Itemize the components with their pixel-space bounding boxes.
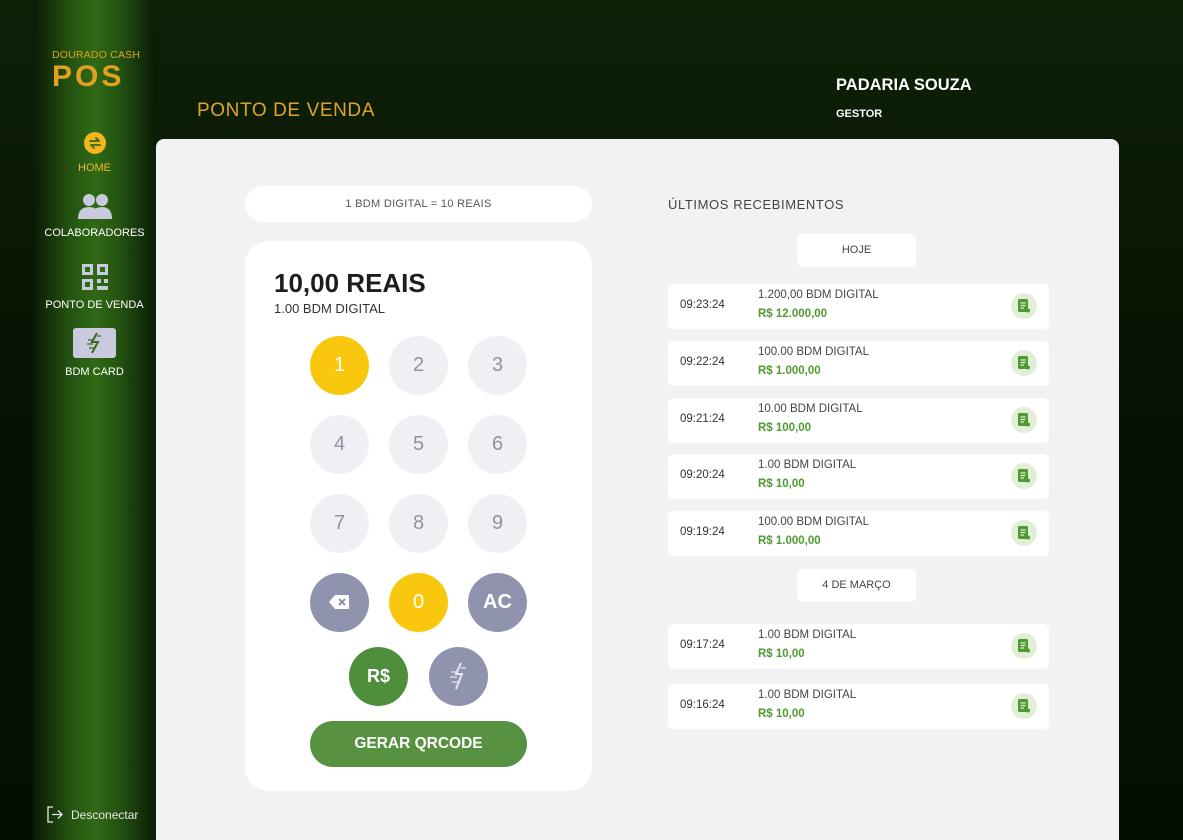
key-8[interactable]: 8 xyxy=(389,494,448,553)
amount-display: 10,00 REAIS xyxy=(274,268,426,298)
key-5[interactable]: 5 xyxy=(389,415,448,474)
receipt-bdm: 1.200,00 BDM DIGITAL xyxy=(758,289,879,301)
receipt-icon[interactable] xyxy=(1011,407,1037,433)
currency-reais-button[interactable]: R$ xyxy=(349,647,408,706)
receipt-bdm: 100.00 BDM DIGITAL xyxy=(758,516,869,528)
receipt-reais: R$ 10,00 xyxy=(758,648,805,660)
logout-icon xyxy=(47,806,63,823)
receipt-row: 09:17:24 1.00 BDM DIGITAL R$ 10,00 xyxy=(668,624,1049,669)
exchange-icon xyxy=(83,132,106,154)
receipt-reais: R$ 12.000,00 xyxy=(758,308,828,320)
receipt-reais: R$ 10,00 xyxy=(758,478,805,490)
logo-name: POS xyxy=(52,60,125,93)
sidebar: DOURADO CASH POS HOME COLABORADORES PONT… xyxy=(33,0,156,840)
receipt-icon[interactable] xyxy=(1011,633,1037,659)
receipt-time: 09:20:24 xyxy=(680,469,725,481)
receipt-icon[interactable] xyxy=(1011,693,1037,719)
main-panel: 1 BDM DIGITAL = 10 REAIS 10,00 REAIS 1.0… xyxy=(156,139,1119,840)
receipt-time: 09:21:24 xyxy=(680,413,725,425)
store-name: PADARIA SOUZA xyxy=(836,76,972,94)
nav-colaboradores-label: COLABORADORES xyxy=(44,227,145,239)
key-7[interactable]: 7 xyxy=(310,494,369,553)
receipt-time: 09:23:24 xyxy=(680,299,725,311)
logout-label: Desconectar xyxy=(71,807,139,822)
receipt-time: 09:22:24 xyxy=(680,356,725,368)
day-label-hoje: HOJE xyxy=(797,234,916,267)
logout-button[interactable]: Desconectar xyxy=(46,806,138,823)
key-0[interactable]: 0 xyxy=(389,573,448,632)
key-3[interactable]: 3 xyxy=(468,336,527,395)
bdm-icon xyxy=(450,662,466,690)
store-role: GESTOR xyxy=(836,108,883,120)
receipt-row: 09:21:24 10.00 BDM DIGITAL R$ 100,00 xyxy=(668,398,1049,443)
clear-button[interactable]: AC xyxy=(468,573,527,632)
receipt-row: 09:20:24 1.00 BDM DIGITAL R$ 10,00 xyxy=(668,454,1049,499)
nav-item-bdm-card[interactable]: BDM CARD xyxy=(33,328,156,378)
generate-qrcode-button[interactable]: GERAR QRCODE xyxy=(310,721,527,767)
receipt-icon[interactable] xyxy=(1011,350,1037,376)
receipt-bdm: 10.00 BDM DIGITAL xyxy=(758,403,863,415)
page-title: PONTO DE VENDA xyxy=(197,100,376,121)
nav-pdv-label: PONTO DE VENDA xyxy=(45,299,144,311)
users-icon xyxy=(77,194,112,219)
nav-item-ponto-de-venda[interactable]: PONTO DE VENDA xyxy=(33,263,156,311)
receipt-row: 09:16:24 1.00 BDM DIGITAL R$ 10,00 xyxy=(668,684,1049,729)
nav-item-colaboradores[interactable]: COLABORADORES xyxy=(33,193,156,239)
receipt-reais: R$ 1.000,00 xyxy=(758,535,821,547)
receipt-icon[interactable] xyxy=(1011,520,1037,546)
receipt-bdm: 1.00 BDM DIGITAL xyxy=(758,689,857,701)
receipt-reais: R$ 10,00 xyxy=(758,708,805,720)
receipt-bdm: 100.00 BDM DIGITAL xyxy=(758,346,869,358)
receipt-time: 09:16:24 xyxy=(680,699,725,711)
receipt-reais: R$ 1.000,00 xyxy=(758,365,821,377)
nav-card-label: BDM CARD xyxy=(65,366,124,378)
key-9[interactable]: 9 xyxy=(468,494,527,553)
receipt-reais: R$ 100,00 xyxy=(758,422,812,434)
key-6[interactable]: 6 xyxy=(468,415,527,474)
logo: DOURADO CASH POS xyxy=(52,49,140,92)
receipts-title: ÚLTIMOS RECEBIMENTOS xyxy=(668,197,845,212)
backspace-icon xyxy=(329,595,349,609)
bdm-card-icon xyxy=(73,328,116,358)
conversion-rate: 1 BDM DIGITAL = 10 REAIS xyxy=(245,186,592,222)
receipt-time: 09:17:24 xyxy=(680,639,725,651)
keypad-card: 10,00 REAIS 1.00 BDM DIGITAL 1 2 3 4 5 6… xyxy=(245,241,592,791)
nav-home-label: HOME xyxy=(78,162,111,174)
key-2[interactable]: 2 xyxy=(389,336,448,395)
receipt-icon[interactable] xyxy=(1011,463,1037,489)
key-4[interactable]: 4 xyxy=(310,415,369,474)
nav-item-home[interactable]: HOME xyxy=(33,132,156,174)
currency-bdm-button[interactable] xyxy=(429,647,488,706)
receipt-icon[interactable] xyxy=(1011,293,1037,319)
backspace-button[interactable] xyxy=(310,573,369,632)
key-1[interactable]: 1 xyxy=(310,336,369,395)
receipt-bdm: 1.00 BDM DIGITAL xyxy=(758,459,857,471)
receipt-row: 09:22:24 100.00 BDM DIGITAL R$ 1.000,00 xyxy=(668,341,1049,386)
amount-bdm: 1.00 BDM DIGITAL xyxy=(274,301,386,316)
receipt-bdm: 1.00 BDM DIGITAL xyxy=(758,629,857,641)
qrcode-icon xyxy=(81,264,108,290)
receipt-row: 09:23:24 1.200,00 BDM DIGITAL R$ 12.000,… xyxy=(668,284,1049,329)
receipt-row: 09:19:24 100.00 BDM DIGITAL R$ 1.000,00 xyxy=(668,511,1049,556)
receipt-time: 09:19:24 xyxy=(680,526,725,538)
day-label-4-marco: 4 DE MARÇO xyxy=(797,569,916,602)
